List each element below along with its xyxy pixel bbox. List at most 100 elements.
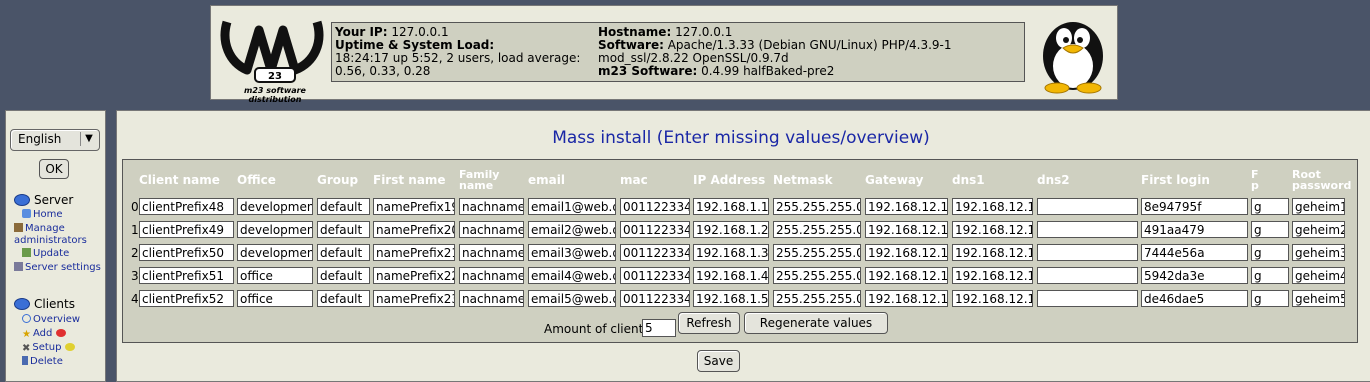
first-password-field[interactable]: g [1251, 198, 1289, 215]
first-login-field[interactable]: de46dae5 [1141, 290, 1248, 307]
ip-address-field[interactable]: 192.168.1.1 [693, 198, 769, 215]
row-index: 1 [131, 223, 139, 237]
email-field[interactable]: email4@web.de [528, 267, 616, 284]
netmask-field[interactable]: 255.255.255.0 [773, 221, 861, 238]
client-name-field[interactable]: clientPrefix51 [139, 267, 234, 284]
ok-button[interactable]: OK [39, 159, 69, 179]
office-field[interactable]: development [237, 198, 313, 215]
email-field[interactable]: email5@web.de [528, 290, 616, 307]
office-field[interactable]: development [237, 244, 313, 261]
root-password-field[interactable]: geheim2 [1292, 221, 1345, 238]
gateway-field[interactable]: 192.168.12.1 [865, 244, 948, 261]
col-header-first-password: F p [1251, 169, 1259, 191]
mac-field[interactable]: 00112233433 [620, 244, 690, 261]
office-field[interactable]: development [237, 221, 313, 238]
mac-field[interactable]: 00112233422 [620, 221, 690, 238]
language-select[interactable]: English ▼ [10, 129, 100, 151]
gateway-field[interactable]: 192.168.12.1 [865, 290, 948, 307]
first-login-field[interactable]: 5942da3e [1141, 267, 1248, 284]
family-name-field[interactable]: nachname4 [459, 267, 524, 284]
client-name-field[interactable]: clientPrefix50 [139, 244, 234, 261]
office-field[interactable]: office [237, 267, 313, 284]
amount-of-clients-input[interactable]: 5 [642, 319, 676, 337]
family-name-field[interactable]: nachname2 [459, 221, 524, 238]
sidebar-link-add[interactable]: ★ Add [22, 328, 68, 340]
email-field[interactable]: email1@web.de [528, 198, 616, 215]
email-field[interactable]: email3@web.de [528, 244, 616, 261]
ip-address-field[interactable]: 192.168.1.4 [693, 267, 769, 284]
root-password-field[interactable]: geheim3 [1292, 244, 1345, 261]
gateway-field[interactable]: 192.168.12.1 [865, 221, 948, 238]
first-name-field[interactable]: namePrefix22 [373, 267, 455, 284]
tux-penguin-icon [1033, 14, 1113, 94]
dns1-field[interactable]: 192.168.12.1 [952, 221, 1033, 238]
sidebar-link-update[interactable]: Update [22, 248, 69, 260]
email-field[interactable]: email2@web.de [528, 221, 616, 238]
uptime-label: Uptime & System Load: [335, 38, 495, 52]
col-header-ip-address: IP Address [693, 173, 766, 187]
first-name-field[interactable]: namePrefix23 [373, 290, 455, 307]
first-password-field[interactable]: g [1251, 221, 1289, 238]
group-field[interactable]: default [317, 290, 370, 307]
netmask-field[interactable]: 255.255.255.0 [773, 198, 861, 215]
root-password-field[interactable]: geheim5 [1292, 290, 1345, 307]
dns2-field[interactable] [1037, 267, 1138, 284]
root-password-field[interactable]: geheim1 [1292, 198, 1345, 215]
ip-address-field[interactable]: 192.168.1.5 [693, 290, 769, 307]
dns2-field[interactable] [1037, 198, 1138, 215]
family-name-field[interactable]: nachname5 [459, 290, 524, 307]
ip-address-field[interactable]: 192.168.1.3 [693, 244, 769, 261]
first-name-field[interactable]: namePrefix19 [373, 198, 455, 215]
add-label: Add [32, 328, 53, 339]
clients-eye-icon [14, 298, 30, 310]
dns1-field[interactable]: 192.168.12.1 [952, 267, 1033, 284]
sidebar-link-home[interactable]: Home [22, 209, 63, 221]
netmask-field[interactable]: 255.255.255.0 [773, 290, 861, 307]
client-name-field[interactable]: clientPrefix49 [139, 221, 234, 238]
sidebar-link-setup[interactable]: ✖ Setup [22, 342, 77, 354]
clients-title-text: Clients [34, 297, 75, 311]
ip-address-field[interactable]: 192.168.1.2 [693, 221, 769, 238]
regenerate-values-button[interactable]: Regenerate values [744, 312, 888, 334]
first-name-field[interactable]: namePrefix21 [373, 244, 455, 261]
netmask-field[interactable]: 255.255.255.0 [773, 244, 861, 261]
col-header-mac: mac [620, 173, 648, 187]
gateway-field[interactable]: 192.168.12.1 [865, 267, 948, 284]
sidebar-link-overview[interactable]: Overview [22, 314, 80, 326]
group-field[interactable]: default [317, 267, 370, 284]
group-field[interactable]: default [317, 221, 370, 238]
first-login-field[interactable]: 7444e56a [1141, 244, 1248, 261]
first-password-field[interactable]: g [1251, 290, 1289, 307]
first-login-field[interactable]: 491aa479 [1141, 221, 1248, 238]
first-login-field[interactable]: 8e94795f [1141, 198, 1248, 215]
dns2-field[interactable] [1037, 221, 1138, 238]
save-button[interactable]: Save [697, 350, 740, 372]
mac-field[interactable]: 00112233444 [620, 267, 690, 284]
sidebar-link-manage-admins[interactable]: Manage administrators [14, 223, 102, 247]
dns1-field[interactable]: 192.168.12.1 [952, 244, 1033, 261]
mac-field[interactable]: 00112233455 [620, 290, 690, 307]
root-password-field[interactable]: geheim4 [1292, 267, 1345, 284]
office-field[interactable]: office [237, 290, 313, 307]
first-password-field[interactable]: g [1251, 244, 1289, 261]
dns2-field[interactable] [1037, 244, 1138, 261]
family-name-field[interactable]: nachname1 [459, 198, 524, 215]
uptime-value: 18:24:17 up 5:52, 2 users, load average:… [335, 51, 581, 78]
netmask-field[interactable]: 255.255.255.0 [773, 267, 861, 284]
dns1-field[interactable]: 192.168.12.1 [952, 290, 1033, 307]
first-password-field[interactable]: g [1251, 267, 1289, 284]
gateway-field[interactable]: 192.168.12.1 [865, 198, 948, 215]
mac-field[interactable]: 00112233411 [620, 198, 690, 215]
sidebar-link-server-settings[interactable]: Server settings [14, 262, 102, 274]
refresh-button[interactable]: Refresh [678, 312, 740, 334]
dns2-field[interactable] [1037, 290, 1138, 307]
sidebar-link-delete[interactable]: Delete [22, 356, 63, 368]
client-name-field[interactable]: clientPrefix52 [139, 290, 234, 307]
dns1-field[interactable]: 192.168.12.1 [952, 198, 1033, 215]
dropdown-arrow-icon[interactable]: ▼ [80, 132, 97, 146]
group-field[interactable]: default [317, 244, 370, 261]
family-name-field[interactable]: nachname3 [459, 244, 524, 261]
client-name-field[interactable]: clientPrefix48 [139, 198, 234, 215]
first-name-field[interactable]: namePrefix20 [373, 221, 455, 238]
group-field[interactable]: default [317, 198, 370, 215]
